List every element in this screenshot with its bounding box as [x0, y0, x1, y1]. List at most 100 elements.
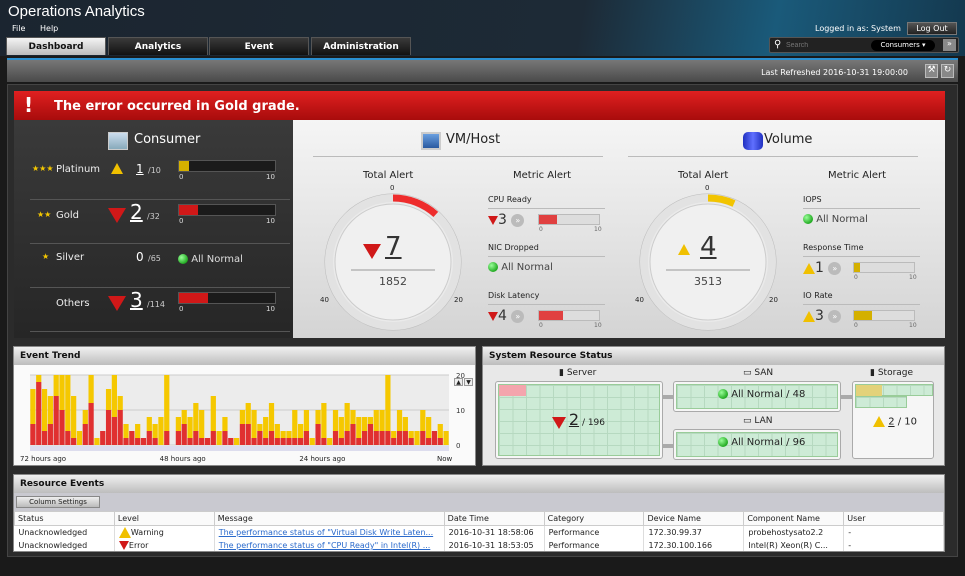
- bar-warning: [356, 417, 362, 438]
- tab-event[interactable]: Event: [209, 37, 309, 55]
- storage-box[interactable]: 2 / 10: [852, 381, 934, 459]
- search-input[interactable]: [786, 40, 866, 51]
- server-alert-count[interactable]: 2: [569, 410, 579, 429]
- column-header[interactable]: Status: [14, 511, 115, 526]
- tab-analytics[interactable]: Analytics: [108, 37, 208, 55]
- bar-min: 0: [179, 173, 184, 181]
- total-alert-count[interactable]: 4: [700, 232, 717, 262]
- details-arrow-icon[interactable]: »: [828, 261, 842, 275]
- bar-warning: [239, 410, 246, 424]
- x-tick-label: 24 hours ago: [299, 455, 345, 463]
- bar-error: [297, 438, 304, 445]
- column-header[interactable]: Date Time: [443, 511, 545, 526]
- cell-date-time: 2016-10-31 18:53:05: [444, 539, 545, 551]
- column-header[interactable]: Category: [543, 511, 645, 526]
- scale-down-icon[interactable]: ▼: [464, 378, 473, 386]
- column-header[interactable]: Level: [113, 511, 215, 526]
- details-arrow-icon[interactable]: »: [511, 309, 525, 323]
- table-row[interactable]: Unacknowledged Error The performance statu…: [14, 539, 944, 551]
- scale-up-icon[interactable]: ▲: [454, 378, 463, 386]
- consumer-row-platinum[interactable]: ★★★ Platinum 1 /10 0 10: [30, 156, 290, 200]
- bar-error: [420, 431, 426, 445]
- alert-count[interactable]: 1: [136, 162, 144, 176]
- server-error-cells: [499, 385, 526, 396]
- bar-warning: [280, 431, 286, 438]
- consumer-alert-bar: [178, 204, 276, 216]
- settings-wrench-icon[interactable]: ⚒: [925, 64, 938, 78]
- bar-warning: [274, 424, 280, 438]
- bar-max: 10: [266, 305, 275, 313]
- refresh-icon[interactable]: ↻: [941, 64, 954, 78]
- bar-warning: [36, 375, 42, 382]
- warning-icon: [118, 527, 131, 538]
- storage-label: ▮ Storage: [870, 368, 914, 378]
- bar-warning: [210, 396, 216, 431]
- storage-alert-count[interactable]: 2: [888, 417, 894, 428]
- cell-message[interactable]: The performance status of "CPU Ready" in…: [214, 539, 445, 551]
- bar-error: [82, 424, 88, 445]
- column-header[interactable]: User: [843, 511, 944, 526]
- consumer-row-gold[interactable]: ★★ Gold 2 /32 0 10: [30, 200, 290, 244]
- tab-administration[interactable]: Administration: [311, 37, 411, 55]
- warning-icon: [803, 262, 815, 274]
- bar-error: [274, 438, 280, 445]
- metric-name: CPU Ready: [488, 195, 532, 204]
- bar-error: [100, 431, 106, 445]
- table-row[interactable]: Unacknowledged Warning The performance sta…: [14, 525, 944, 539]
- cell-category: Performance: [544, 539, 645, 551]
- bar-warning: [94, 438, 100, 445]
- bar-error: [426, 438, 432, 445]
- bar-warning: [41, 389, 48, 431]
- metric-name: IOPS: [803, 195, 822, 204]
- consumer-row-silver[interactable]: ★ Silver 0 /65 All Normal: [30, 244, 290, 288]
- bar-error: [59, 410, 65, 445]
- alert-count[interactable]: 2: [130, 200, 143, 224]
- cell-component-name: probehostysato2.2: [743, 525, 845, 539]
- bar-error: [164, 431, 170, 445]
- bar-max: 10: [266, 173, 275, 181]
- warning-icon: [111, 163, 123, 174]
- storage-total: / 10: [897, 416, 918, 428]
- bar-error: [175, 431, 182, 445]
- bar-min: 0: [854, 322, 858, 329]
- bar-error: [228, 438, 234, 445]
- menu-help[interactable]: Help: [40, 24, 58, 33]
- alert-count[interactable]: 0: [136, 250, 144, 264]
- details-arrow-icon[interactable]: »: [828, 309, 842, 323]
- bar-min: 0: [539, 322, 543, 329]
- san-box[interactable]: All Normal / 48: [673, 381, 841, 412]
- bar-error: [362, 431, 368, 445]
- consumer-row-others[interactable]: Others 3 /114 0 10: [30, 288, 290, 332]
- search-bar: ⚲ Consumers ▾ »: [769, 37, 959, 53]
- column-header[interactable]: Message: [213, 511, 445, 526]
- cell-category: Performance: [544, 525, 645, 539]
- column-settings-button[interactable]: Column Settings: [16, 496, 100, 508]
- bar-min: 0: [539, 226, 543, 233]
- event-trend-panel: Event Trend 0 10 20 72 hours ago 48 hours ag…: [13, 346, 476, 466]
- tab-dashboard[interactable]: Dashboard: [6, 37, 106, 55]
- y-tick-label: 10: [456, 407, 465, 415]
- search-scope-dropdown[interactable]: Consumers ▾: [871, 40, 935, 51]
- cell-message[interactable]: The performance status of "Virtual Disk …: [214, 525, 445, 539]
- total-alert-count[interactable]: 7: [385, 232, 402, 262]
- consumer-title: Consumer: [134, 132, 201, 147]
- server-box[interactable]: 2 / 196: [495, 381, 663, 459]
- x-tick-label: Now: [437, 455, 453, 463]
- menu-file[interactable]: File: [12, 24, 25, 33]
- column-header[interactable]: Device Name: [643, 511, 745, 526]
- bar-error: [321, 438, 327, 445]
- bar-error: [263, 438, 269, 445]
- grade-stars-icon: ★★: [37, 210, 52, 219]
- bar-max: 10: [266, 217, 275, 225]
- search-go-icon[interactable]: »: [943, 39, 956, 51]
- san-icon: ▭: [743, 368, 755, 378]
- column-header[interactable]: Component Name: [743, 511, 845, 526]
- details-arrow-icon[interactable]: »: [511, 213, 525, 227]
- bar-warning: [263, 417, 269, 438]
- error-icon: [552, 416, 566, 429]
- metric-alert-count: 3: [498, 212, 507, 228]
- lan-box[interactable]: All Normal / 96: [673, 429, 841, 460]
- alert-count[interactable]: 3: [130, 288, 143, 312]
- bar-error: [187, 438, 193, 445]
- logout-button[interactable]: Log Out: [907, 22, 957, 35]
